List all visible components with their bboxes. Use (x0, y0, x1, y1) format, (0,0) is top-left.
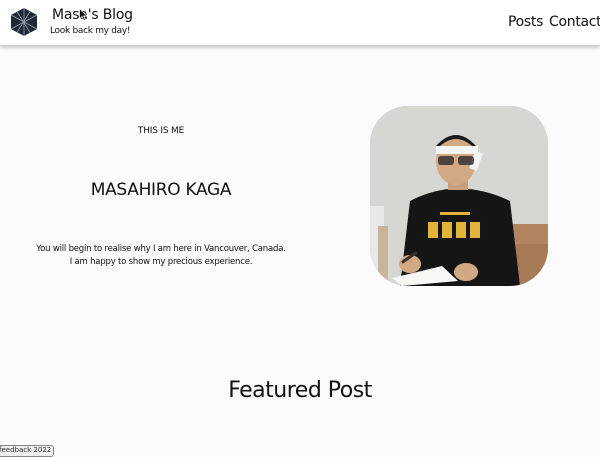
nav-contact-link[interactable]: Contact (549, 14, 600, 30)
profile-photo (370, 106, 548, 286)
hero-kicker: THIS IS ME (137, 126, 185, 136)
hexagon-cube-logo-icon[interactable] (10, 7, 38, 37)
brand-subtitle: Look back my day! (50, 26, 131, 36)
hero-description-line: I am happy to show my precious experienc… (69, 257, 253, 267)
nav-posts-link[interactable]: Posts (508, 14, 543, 30)
featured-post-heading: Featured Post (228, 378, 372, 403)
site-header: Masa's Blog Look back my day! Posts Cont… (0, 0, 600, 46)
footer-tab[interactable]: feedback 2022 (0, 445, 54, 457)
profile-photo-illustration (370, 106, 548, 286)
hero-description-line: You will begin to realise why I am here … (36, 244, 286, 254)
hero-name: MASAHIRO KAGA (90, 180, 232, 200)
mouse-cursor-icon (79, 8, 88, 21)
brand-title[interactable]: Masa's Blog (52, 7, 133, 23)
